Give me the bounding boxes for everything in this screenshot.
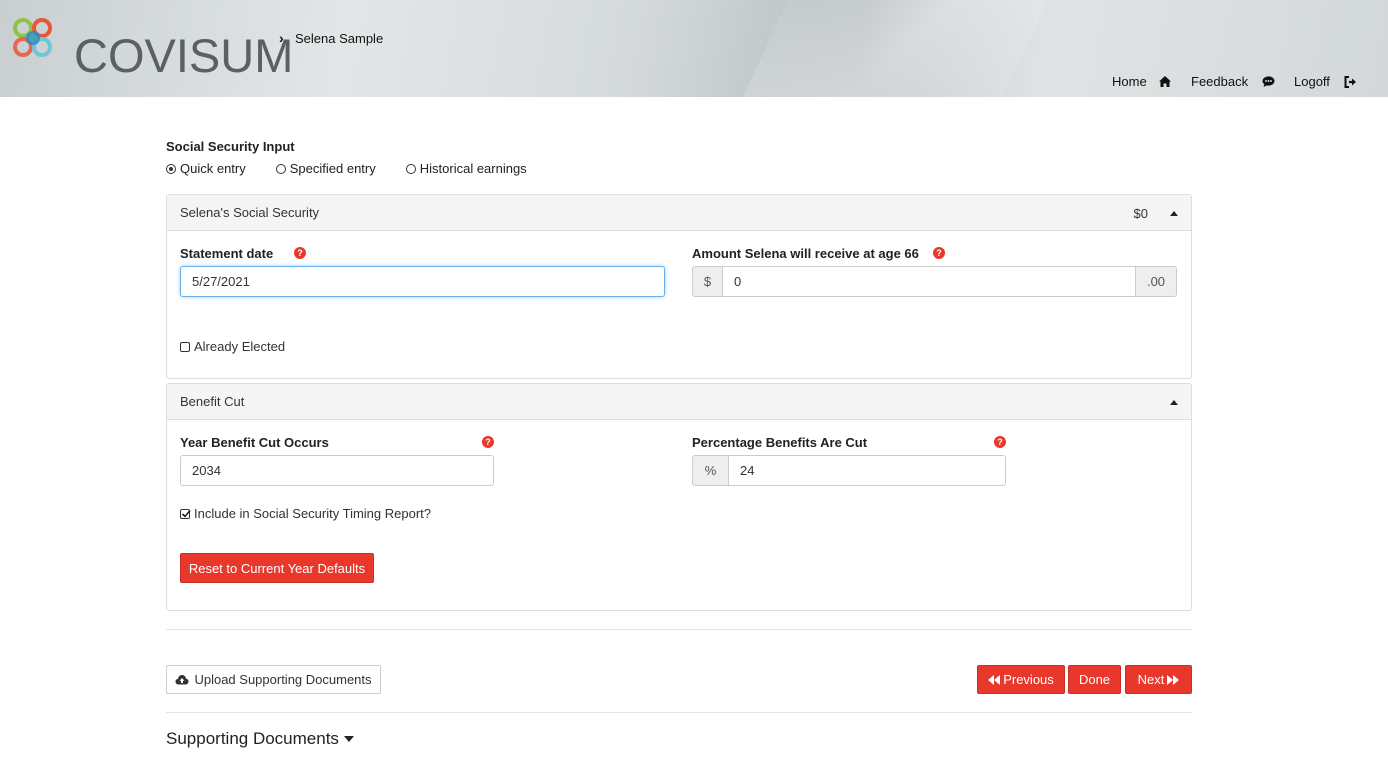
- radio-quick-entry-circle[interactable]: [166, 163, 176, 174]
- social-security-total: $0: [1133, 205, 1148, 221]
- sign-out-icon: [1344, 75, 1356, 88]
- divider: [166, 712, 1192, 713]
- supporting-documents-toggle[interactable]: Supporting Documents: [166, 729, 354, 749]
- social-security-panel-title: Selena's Social Security: [180, 205, 320, 220]
- year-benefit-cut-label: Year Benefit Cut Occurs: [180, 435, 329, 450]
- breadcrumb-client-name[interactable]: Selena Sample: [295, 31, 383, 46]
- statement-date-value: 5/27/2021: [192, 274, 250, 289]
- app-header: COVISUM › Selena Sample Home Feedback Lo…: [0, 0, 1388, 97]
- nav-logoff-label: Logoff: [1294, 74, 1330, 89]
- statement-date-input[interactable]: 5/27/2021: [180, 266, 665, 297]
- include-timing-report-label: Include in Social Security Timing Report…: [194, 506, 432, 521]
- radio-specified-entry-label: Specified entry: [289, 161, 376, 176]
- forward-icon: [1167, 674, 1180, 685]
- collapse-caret-icon[interactable]: [1170, 399, 1178, 405]
- cloud-upload-icon: [175, 675, 189, 685]
- collapse-caret-icon[interactable]: [1170, 210, 1178, 216]
- amount-at-66-label: Amount Selena will receive at age 66: [692, 246, 919, 261]
- amount-currency-symbol: $: [703, 274, 712, 289]
- percentage-addon: %: [692, 455, 729, 486]
- benefit-cut-panel-title: Benefit Cut: [180, 394, 245, 409]
- statement-date-label: Statement date: [180, 246, 274, 261]
- radio-quick-entry[interactable]: Quick entry: [166, 161, 246, 176]
- next-label: Next: [1137, 672, 1165, 687]
- social-security-panel-header[interactable]: Selena's Social Security $0: [167, 195, 1191, 231]
- already-elected-label: Already Elected: [194, 339, 286, 354]
- caret-down-icon: [343, 736, 354, 742]
- nav-home-label: Home: [1112, 74, 1147, 89]
- header-decoration: [704, 0, 1076, 97]
- done-label: Done: [1078, 672, 1111, 687]
- previous-label: Previous: [1003, 672, 1054, 687]
- brand-name: COVISUM: [74, 29, 294, 82]
- radio-specified-entry[interactable]: Specified entry: [275, 161, 376, 176]
- reset-defaults-label: Reset to Current Year Defaults: [188, 560, 366, 576]
- breadcrumb-chevron-icon: ›: [279, 30, 284, 46]
- radio-historical-earnings[interactable]: Historical earnings: [405, 161, 527, 176]
- input-mode-radio-group: Quick entry Specified entry Historical e…: [166, 161, 557, 176]
- next-button[interactable]: Next: [1125, 665, 1192, 694]
- checkmark-icon: [181, 509, 191, 518]
- amount-at-66-input[interactable]: 0: [722, 266, 1136, 297]
- amount-help-icon[interactable]: ?: [933, 247, 945, 259]
- amount-value: 0: [734, 274, 742, 289]
- percentage-symbol: %: [704, 463, 717, 478]
- covisum-logo[interactable]: COVISUM: [12, 17, 293, 81]
- already-elected-checkbox[interactable]: [180, 341, 190, 352]
- supporting-documents-title: Supporting Documents: [166, 729, 339, 748]
- statement-date-help-icon[interactable]: ?: [294, 247, 306, 259]
- nav-logoff-link[interactable]: Logoff: [1294, 74, 1357, 89]
- include-timing-report-checkbox-row[interactable]: Include in Social Security Timing Report…: [180, 506, 431, 521]
- comment-icon: [1262, 76, 1275, 87]
- radio-historical-earnings-circle[interactable]: [405, 163, 416, 174]
- logo-circles-icon: [13, 18, 52, 57]
- previous-button[interactable]: Previous: [977, 665, 1065, 694]
- year-benefit-cut-help-icon[interactable]: ?: [482, 436, 494, 448]
- percentage-cut-value: 24: [740, 463, 755, 478]
- amount-cents: .00: [1146, 274, 1166, 289]
- radio-specified-entry-circle[interactable]: [275, 163, 286, 174]
- percentage-cut-help-icon[interactable]: ?: [994, 436, 1006, 448]
- year-benefit-cut-input[interactable]: 2034: [180, 455, 494, 486]
- already-elected-checkbox-row[interactable]: Already Elected: [180, 339, 285, 354]
- year-benefit-cut-value: 2034: [192, 463, 221, 478]
- social-security-input-title: Social Security Input: [166, 139, 295, 154]
- radio-historical-earnings-label: Historical earnings: [419, 161, 527, 176]
- reset-defaults-button[interactable]: Reset to Current Year Defaults: [180, 553, 374, 583]
- percentage-cut-input[interactable]: 24: [728, 455, 1006, 486]
- nav-feedback-link[interactable]: Feedback: [1191, 74, 1275, 89]
- nav-home-link[interactable]: Home: [1112, 74, 1171, 89]
- amount-cents-addon: .00: [1135, 266, 1177, 297]
- benefit-cut-panel-header[interactable]: Benefit Cut: [167, 384, 1191, 420]
- upload-documents-label: Upload Supporting Documents: [194, 672, 372, 687]
- radio-quick-entry-label: Quick entry: [180, 161, 246, 176]
- backward-icon: [988, 674, 1001, 685]
- divider: [166, 629, 1192, 630]
- home-icon: [1158, 76, 1171, 87]
- nav-feedback-label: Feedback: [1191, 74, 1249, 89]
- amount-currency-addon: $: [692, 266, 723, 297]
- upload-documents-button[interactable]: Upload Supporting Documents: [166, 665, 381, 694]
- percentage-cut-label: Percentage Benefits Are Cut: [692, 435, 868, 450]
- done-button[interactable]: Done: [1068, 665, 1121, 694]
- include-timing-report-checkbox[interactable]: [180, 508, 191, 519]
